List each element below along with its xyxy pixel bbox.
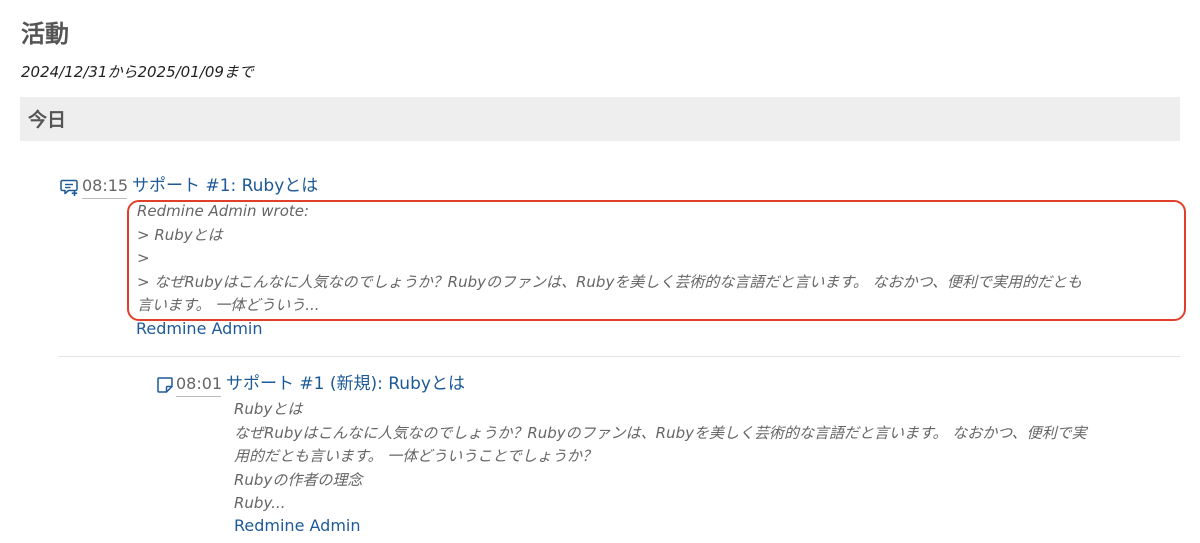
entry-title-link[interactable]: サポート #1 (新規): Rubyとは: [226, 374, 465, 394]
entry-separator: [58, 356, 1180, 357]
reply-comment-icon: [60, 177, 80, 197]
description-line: Rubyの作者の理念: [234, 470, 363, 489]
entry-time: 08:01: [176, 374, 223, 393]
entry-time: 08:15: [82, 176, 129, 195]
description-line: 用的だとも言います。 一体どういうことでしょうか？: [234, 447, 597, 465]
description-line: Rubyとは: [234, 400, 303, 418]
entry-title-link[interactable]: サポート #1: Rubyとは: [132, 176, 318, 196]
description-line: Ruby...: [234, 494, 286, 512]
entry-time-underline: [82, 198, 127, 199]
entry-time-underline: [176, 396, 221, 397]
page-title: 活動: [21, 20, 69, 48]
day-header-label: 今日: [28, 109, 67, 131]
highlight-annotation: [127, 200, 1186, 321]
note-icon: [155, 375, 175, 395]
day-header: 今日: [20, 97, 1180, 141]
author-link[interactable]: Redmine Admin: [234, 516, 361, 535]
date-range: 2024/12/31から2025/01/09まで: [21, 63, 254, 81]
description-line: なぜRubyはこんなに人気なのでしょうか？Rubyのファンは、Rubyを美しく芸…: [234, 423, 1087, 442]
entry-description: Rubyとは なぜRubyはこんなに人気なのでしょうか？Rubyのファンは、Ru…: [234, 398, 1087, 516]
author-link[interactable]: Redmine Admin: [136, 319, 263, 338]
